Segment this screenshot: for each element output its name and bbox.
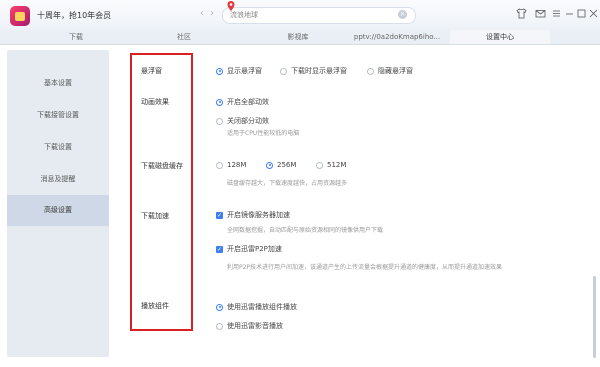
scrollbar[interactable] — [593, 276, 596, 358]
cache-desc: 磁盘缓存越大，下载速度越快，占用资源越多 — [227, 180, 348, 187]
sidebar-item-download-takeover[interactable]: 下载接管设置 — [7, 100, 109, 131]
chevron-right-icon[interactable]: › — [210, 9, 214, 19]
cache-512-radio[interactable]: 512M — [316, 161, 346, 169]
float-hide-radio[interactable]: 隐藏悬浮窗 — [367, 66, 413, 76]
radio-icon — [367, 67, 374, 75]
mirror-accel-checkbox[interactable]: ✓ 开启镜像服务器加速 — [216, 210, 290, 220]
radio-icon — [280, 67, 287, 75]
clear-search-icon[interactable]: × — [398, 10, 407, 19]
player-xunlei-radio[interactable]: 使用迅雷播放组件播放 — [216, 302, 297, 312]
radio-selected-icon — [216, 98, 223, 106]
menu-icon[interactable] — [550, 8, 562, 20]
mail-icon[interactable] — [534, 8, 546, 20]
promo-text[interactable]: 十周年，抢10年会员 — [37, 10, 111, 21]
tshirt-icon[interactable] — [515, 8, 527, 20]
radio-icon — [216, 117, 223, 125]
checkbox-checked-icon: ✓ — [216, 211, 223, 219]
sidebar-item-basic[interactable]: 基本设置 — [7, 68, 109, 99]
p2p-accel-desc: 利用P2P技术进行用户间加速，该通道产生的上传流量会根据提升通道的健康度，从而提… — [227, 264, 503, 271]
settings-sidebar: 基本设置 下载接管设置 下载设置 消息及提醒 高级设置 — [7, 50, 109, 357]
radio-selected-icon — [216, 67, 223, 75]
animation-partial-radio[interactable]: 关闭部分动效 — [216, 116, 269, 126]
radio-selected-icon — [266, 161, 273, 169]
player-yingyin-radio[interactable]: 使用迅雷影音播放 — [216, 321, 283, 331]
radio-selected-icon — [216, 303, 223, 311]
cache-128-radio[interactable]: 128M — [216, 161, 246, 169]
search-placeholder: 流浪地球 — [230, 11, 258, 19]
minimize-icon[interactable] — [563, 8, 575, 20]
sidebar-item-advanced[interactable]: 高级设置 — [7, 195, 109, 226]
checkbox-checked-icon: ✓ — [216, 245, 223, 253]
app-logo[interactable] — [10, 6, 30, 26]
close-icon[interactable] — [587, 8, 599, 20]
animation-desc: 适用于CPU性能较低的电脑 — [227, 130, 300, 137]
tab-download[interactable]: 下载 — [40, 30, 112, 44]
radio-icon — [216, 322, 223, 330]
sidebar-item-download[interactable]: 下载设置 — [7, 132, 109, 163]
tab-movie-library[interactable]: 影视库 — [262, 30, 334, 44]
animation-all-radio[interactable]: 开启全部动效 — [216, 97, 269, 107]
tab-community[interactable]: 社区 — [148, 30, 220, 44]
maximize-icon[interactable] — [575, 8, 587, 20]
tab-settings-center[interactable]: 设置中心 — [450, 30, 550, 44]
float-show-radio[interactable]: 显示悬浮窗 — [216, 66, 262, 76]
radio-icon — [316, 161, 323, 169]
tab-pptv-link[interactable]: pptv://0a2doKmap6iho... — [352, 30, 442, 44]
p2p-accel-checkbox[interactable]: ✓ 开启迅雷P2P加速 — [216, 244, 282, 254]
float-download-radio[interactable]: 下载时显示悬浮窗 — [280, 66, 347, 76]
radio-icon — [216, 161, 223, 169]
gift-icon — [15, 11, 25, 21]
cache-256-radio[interactable]: 256M — [266, 161, 296, 169]
sidebar-item-notifications[interactable]: 消息及提醒 — [7, 164, 109, 195]
highlight-box — [130, 53, 193, 331]
chevron-left-icon[interactable]: ‹ — [200, 9, 204, 19]
mirror-accel-desc: 全网数据挖掘，自动匹配与原始资源相同的镜像供用户下载 — [227, 227, 384, 234]
